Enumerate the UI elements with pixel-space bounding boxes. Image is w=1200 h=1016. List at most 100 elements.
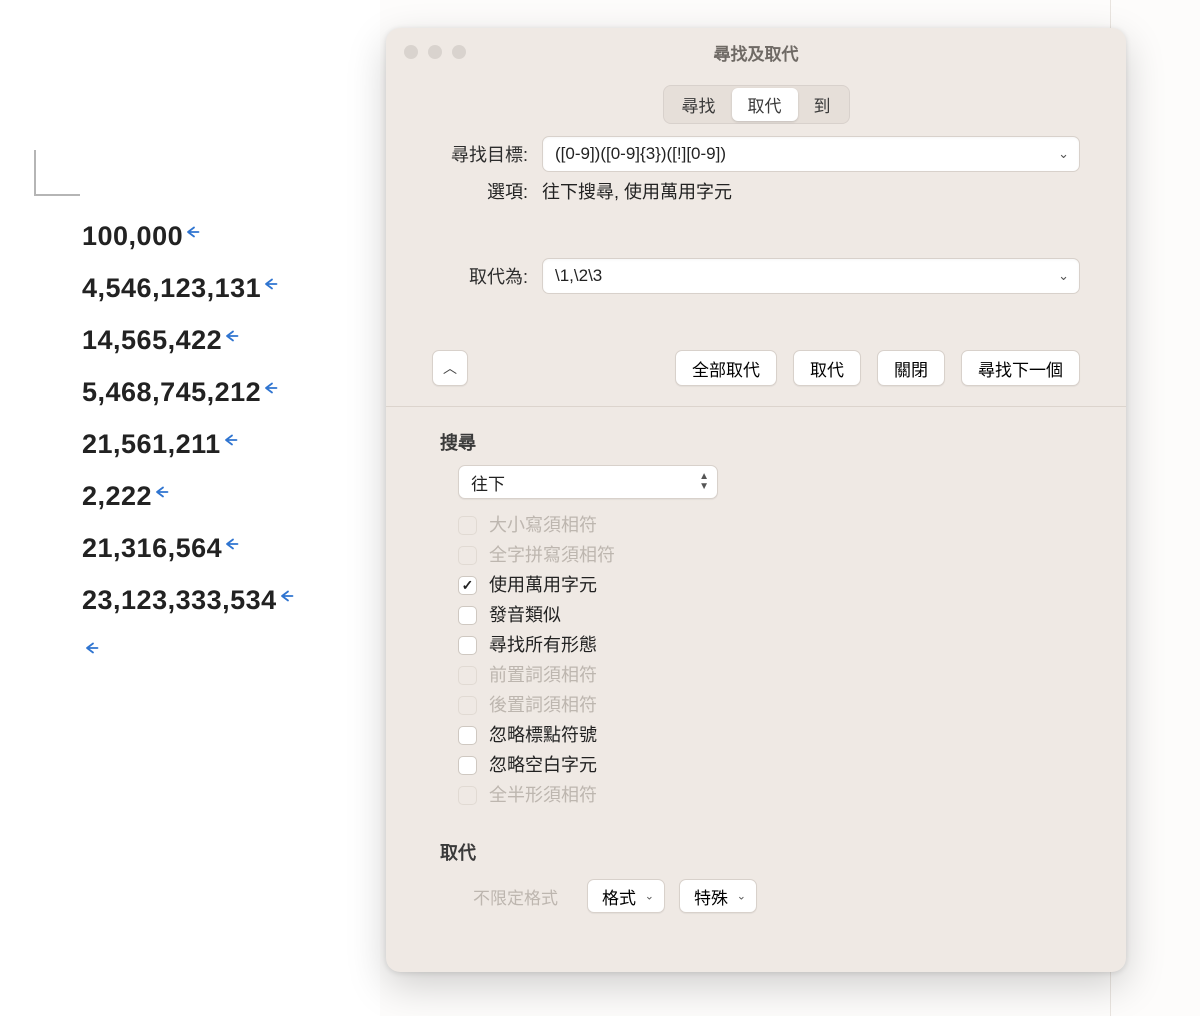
paragraph-mark-icon xyxy=(185,223,203,241)
search-option-row: 後置詞須相符 xyxy=(458,693,1126,717)
line-text: 100,000 xyxy=(82,221,183,251)
paragraph-mark-icon xyxy=(224,535,242,553)
paragraph-mark-icon xyxy=(154,483,172,501)
search-option-label: 使用萬用字元 xyxy=(489,573,597,597)
minimize-icon[interactable] xyxy=(428,45,442,59)
find-input-text: ([0-9])([0-9]{3})([!][0-9]) xyxy=(555,144,726,164)
dialog-titlebar: 尋找及取代 xyxy=(386,28,1126,76)
checkbox[interactable] xyxy=(458,726,477,745)
document-line[interactable]: 5,468,745,212 xyxy=(82,366,297,418)
options-value: 往下搜尋, 使用萬用字元 xyxy=(542,178,732,204)
line-text: 23,123,333,534 xyxy=(82,585,277,615)
replace-one-button[interactable]: 取代 xyxy=(793,350,861,386)
chevron-up-icon: ︿ xyxy=(443,358,457,378)
document-line[interactable]: 4,546,123,131 xyxy=(82,262,297,314)
replace-input[interactable]: \1,\2\3 ⌄ xyxy=(542,258,1080,294)
search-option-label: 全半形須相符 xyxy=(489,783,597,807)
search-option-label: 大小寫須相符 xyxy=(489,513,597,537)
paragraph-mark-icon xyxy=(84,639,102,657)
search-option-label: 尋找所有形態 xyxy=(489,633,597,657)
line-text: 2,222 xyxy=(82,481,152,511)
dialog-tabs: 尋找 取代 到 xyxy=(386,76,1126,126)
find-input[interactable]: ([0-9])([0-9]{3})([!][0-9]) ⌄ xyxy=(542,136,1080,172)
search-option-label: 前置詞須相符 xyxy=(489,663,597,687)
search-option-row: 全半形須相符 xyxy=(458,783,1126,807)
chevron-down-icon[interactable]: ⌄ xyxy=(1058,268,1069,284)
line-text: 21,316,564 xyxy=(82,533,222,563)
search-option-label: 忽略空白字元 xyxy=(489,753,597,777)
search-option-row[interactable]: 忽略標點符號 xyxy=(458,723,1126,747)
page-margin-marker xyxy=(34,150,80,196)
line-text: 4,546,123,131 xyxy=(82,273,261,303)
checkbox xyxy=(458,546,477,565)
search-option-row: 全字拼寫須相符 xyxy=(458,543,1126,567)
tab-goto[interactable]: 到 xyxy=(798,88,847,121)
tab-find[interactable]: 尋找 xyxy=(666,88,732,121)
divider xyxy=(386,406,1126,407)
search-option-row[interactable]: 忽略空白字元 xyxy=(458,753,1126,777)
find-next-button[interactable]: 尋找下一個 xyxy=(961,350,1080,386)
document-line-empty[interactable] xyxy=(82,626,297,678)
checkbox[interactable] xyxy=(458,606,477,625)
search-section-header: 搜尋 xyxy=(386,421,1126,463)
updown-icon: ▲▼ xyxy=(699,472,709,492)
close-button[interactable]: 關閉 xyxy=(877,350,945,386)
dialog-title: 尋找及取代 xyxy=(714,40,799,65)
search-option-row: 前置詞須相符 xyxy=(458,663,1126,687)
search-option-row: 大小寫須相符 xyxy=(458,513,1126,537)
collapse-button[interactable]: ︿ xyxy=(432,350,468,386)
chevron-down-icon: ⌄ xyxy=(645,890,654,903)
find-replace-dialog: 尋找及取代 尋找 取代 到 尋找目標: ([0-9])([0-9]{3})([!… xyxy=(386,28,1126,972)
chevron-down-icon: ⌄ xyxy=(737,890,746,903)
checkbox xyxy=(458,696,477,715)
search-option-label: 發音類似 xyxy=(489,603,561,627)
paragraph-mark-icon xyxy=(279,587,297,605)
window-controls xyxy=(404,45,466,59)
document-line[interactable]: 2,222 xyxy=(82,470,297,522)
zoom-icon[interactable] xyxy=(452,45,466,59)
document-line[interactable]: 21,561,211 xyxy=(82,418,297,470)
document-line[interactable]: 14,565,422 xyxy=(82,314,297,366)
close-icon[interactable] xyxy=(404,45,418,59)
checkbox xyxy=(458,786,477,805)
checkbox[interactable] xyxy=(458,576,477,595)
format-menu-button[interactable]: 格式 ⌄ xyxy=(587,879,665,913)
document-body[interactable]: 100,000 4,546,123,131 14,565,422 5,468,745,… xyxy=(82,210,297,678)
checkbox xyxy=(458,666,477,685)
line-text: 21,561,211 xyxy=(82,429,221,459)
checkbox[interactable] xyxy=(458,756,477,775)
search-option-row[interactable]: 尋找所有形態 xyxy=(458,633,1126,657)
search-direction-select[interactable]: 往下 ▲▼ xyxy=(458,465,718,499)
paragraph-mark-icon xyxy=(263,379,281,397)
search-option-row[interactable]: 發音類似 xyxy=(458,603,1126,627)
document-line[interactable]: 21,316,564 xyxy=(82,522,297,574)
document-line[interactable]: 23,123,333,534 xyxy=(82,574,297,626)
special-menu-button[interactable]: 特殊 ⌄ xyxy=(679,879,757,913)
checkbox[interactable] xyxy=(458,636,477,655)
options-label: 選項: xyxy=(420,178,528,204)
search-option-row[interactable]: 使用萬用字元 xyxy=(458,573,1126,597)
search-direction-value: 往下 xyxy=(471,470,505,495)
replace-label: 取代為: xyxy=(420,263,528,289)
format-menu-label: 格式 xyxy=(602,889,636,908)
checkbox xyxy=(458,516,477,535)
line-text: 14,565,422 xyxy=(82,325,222,355)
no-formatting-button: 不限定格式 xyxy=(458,879,573,913)
paragraph-mark-icon xyxy=(223,431,241,449)
search-option-label: 忽略標點符號 xyxy=(489,723,597,747)
special-menu-label: 特殊 xyxy=(694,889,728,908)
search-option-label: 全字拼寫須相符 xyxy=(489,543,615,567)
document-line[interactable]: 100,000 xyxy=(82,210,297,262)
document-pane: 100,000 4,546,123,131 14,565,422 5,468,745,… xyxy=(0,0,380,1016)
paragraph-mark-icon xyxy=(224,327,242,345)
replace-all-button[interactable]: 全部取代 xyxy=(675,350,777,386)
replace-section-header: 取代 xyxy=(386,831,1126,873)
line-text: 5,468,745,212 xyxy=(82,377,261,407)
search-option-label: 後置詞須相符 xyxy=(489,693,597,717)
find-label: 尋找目標: xyxy=(420,141,528,167)
search-options-list: 大小寫須相符全字拼寫須相符使用萬用字元發音類似尋找所有形態前置詞須相符後置詞須相… xyxy=(386,513,1126,807)
chevron-down-icon[interactable]: ⌄ xyxy=(1058,146,1069,162)
replace-input-text: \1,\2\3 xyxy=(555,266,602,286)
tab-replace[interactable]: 取代 xyxy=(732,88,798,121)
paragraph-mark-icon xyxy=(263,275,281,293)
